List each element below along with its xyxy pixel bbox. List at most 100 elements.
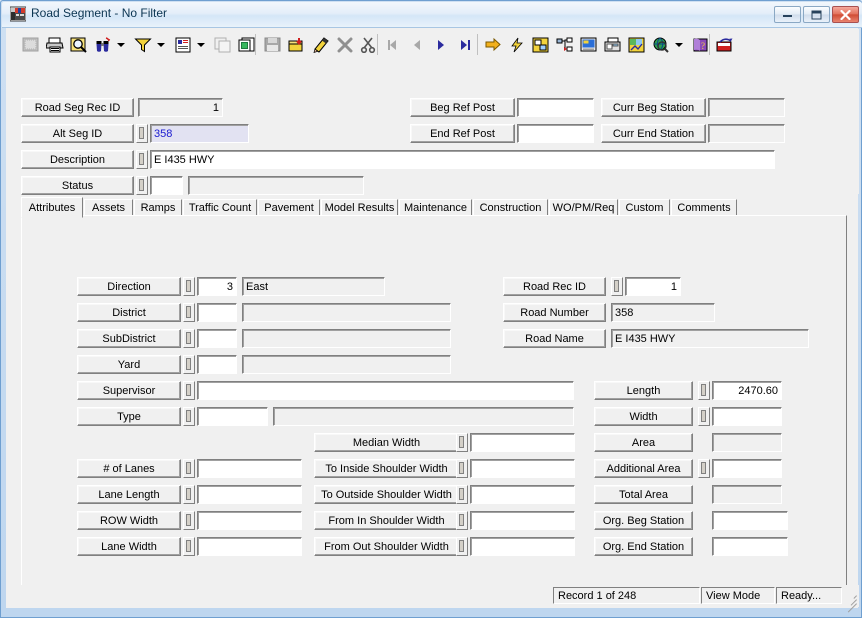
spinner-lane-length[interactable] bbox=[183, 485, 195, 504]
tab-ramps[interactable]: Ramps bbox=[134, 199, 182, 216]
print-icon[interactable] bbox=[43, 33, 66, 56]
tab-custom[interactable]: Custom bbox=[619, 199, 670, 216]
spinner-supervisor[interactable] bbox=[183, 381, 195, 400]
exit-door-icon[interactable] bbox=[713, 33, 736, 56]
globe-search-icon[interactable] bbox=[649, 33, 672, 56]
field-curr-end-station[interactable] bbox=[708, 124, 785, 143]
spinner-number-of-lanes[interactable] bbox=[183, 459, 195, 478]
next-record-icon[interactable] bbox=[429, 33, 452, 56]
field-to-inside-shoulder-width[interactable] bbox=[470, 459, 575, 478]
previous-record-icon[interactable] bbox=[405, 33, 428, 56]
spinner-width[interactable] bbox=[698, 407, 710, 426]
field-lane-width[interactable] bbox=[197, 537, 302, 556]
go-to-icon[interactable] bbox=[481, 33, 504, 56]
field-to-outside-shoulder-width[interactable] bbox=[470, 485, 575, 504]
find-dropdown-arrow-icon[interactable] bbox=[114, 33, 127, 56]
tab-maintenance[interactable]: Maintenance bbox=[399, 199, 472, 216]
spinner-alt-seg-id[interactable] bbox=[136, 124, 148, 143]
field-number-of-lanes[interactable] bbox=[197, 459, 302, 478]
field-road-number[interactable]: 358 bbox=[611, 303, 715, 322]
cancel-x-icon[interactable] bbox=[333, 33, 356, 56]
tab-traffic-count[interactable]: Traffic Count bbox=[183, 199, 257, 216]
field-type-code[interactable] bbox=[197, 407, 268, 426]
spinner-to-inside-shoulder-width[interactable] bbox=[456, 459, 468, 478]
spinner-direction[interactable] bbox=[183, 277, 195, 296]
fax-machine-icon[interactable] bbox=[601, 33, 624, 56]
field-end-ref-post[interactable] bbox=[517, 124, 594, 143]
first-record-icon[interactable] bbox=[381, 33, 404, 56]
spinner-additional-area[interactable] bbox=[698, 459, 710, 478]
spinner-road-rec-id[interactable] bbox=[611, 277, 623, 296]
field-direction-code[interactable]: 3 bbox=[197, 277, 237, 296]
tab-pavement[interactable]: Pavement bbox=[258, 199, 320, 216]
maximize-button[interactable] bbox=[803, 6, 830, 23]
spinner-type[interactable] bbox=[183, 407, 195, 426]
spinner-to-outside-shoulder-width[interactable] bbox=[456, 485, 468, 504]
field-district-code[interactable] bbox=[197, 303, 237, 322]
map-chart-icon[interactable] bbox=[625, 33, 648, 56]
minimize-button[interactable] bbox=[774, 6, 801, 23]
tab-construction[interactable]: Construction bbox=[473, 199, 548, 216]
field-from-in-shoulder-width[interactable] bbox=[470, 511, 575, 530]
title-bar[interactable]: Road Segment - No Filter bbox=[2, 2, 862, 28]
field-width[interactable] bbox=[712, 407, 782, 426]
field-lane-length[interactable] bbox=[197, 485, 302, 504]
filter-dropdown-arrow-icon[interactable] bbox=[154, 33, 167, 56]
spinner-status[interactable] bbox=[136, 176, 148, 195]
tab-comments[interactable]: Comments bbox=[671, 199, 737, 216]
find-binoculars-icon[interactable] bbox=[91, 33, 114, 56]
field-yard-description[interactable] bbox=[242, 355, 451, 374]
field-road-rec-id[interactable]: 1 bbox=[625, 277, 681, 296]
field-status-description[interactable] bbox=[188, 176, 364, 195]
spinner-row-width[interactable] bbox=[183, 511, 195, 530]
lightning-action-icon[interactable] bbox=[505, 33, 528, 56]
edit-pencil-icon[interactable] bbox=[309, 33, 332, 56]
field-from-out-shoulder-width[interactable] bbox=[470, 537, 575, 556]
hierarchy-tree-icon[interactable] bbox=[553, 33, 576, 56]
field-additional-area[interactable] bbox=[712, 459, 782, 478]
tab-assets[interactable]: Assets bbox=[84, 199, 133, 216]
report-icon[interactable] bbox=[171, 33, 194, 56]
spinner-district[interactable] bbox=[183, 303, 195, 322]
copy-record-icon[interactable] bbox=[211, 33, 234, 56]
spinner-description[interactable] bbox=[136, 150, 148, 169]
spinner-yard[interactable] bbox=[183, 355, 195, 374]
field-beg-ref-post[interactable] bbox=[517, 98, 594, 117]
save-icon[interactable] bbox=[261, 33, 284, 56]
print-preview-grid-icon[interactable] bbox=[19, 33, 42, 56]
filter-funnel-icon[interactable] bbox=[131, 33, 154, 56]
close-button[interactable] bbox=[832, 6, 859, 23]
field-subdistrict-description[interactable] bbox=[242, 329, 451, 348]
field-status-code[interactable] bbox=[150, 176, 183, 195]
field-description[interactable]: E I435 HWY bbox=[150, 150, 775, 169]
spinner-from-in-shoulder-width[interactable] bbox=[456, 511, 468, 530]
field-total-area[interactable] bbox=[712, 485, 782, 504]
globe-dropdown-arrow-icon[interactable] bbox=[672, 33, 685, 56]
spinner-subdistrict[interactable] bbox=[183, 329, 195, 348]
field-type-description[interactable] bbox=[273, 407, 574, 426]
tab-attributes[interactable]: Attributes bbox=[21, 197, 83, 218]
search-magnifier-icon[interactable] bbox=[67, 33, 90, 56]
spinner-length[interactable] bbox=[698, 381, 710, 400]
spinner-lane-width[interactable] bbox=[183, 537, 195, 556]
report-dropdown-arrow-icon[interactable] bbox=[194, 33, 207, 56]
field-supervisor[interactable] bbox=[197, 381, 574, 400]
field-road-seg-rec-id[interactable]: 1 bbox=[138, 98, 223, 117]
field-yard-code[interactable] bbox=[197, 355, 237, 374]
field-road-name[interactable]: E I435 HWY bbox=[611, 329, 809, 348]
last-record-icon[interactable] bbox=[453, 33, 476, 56]
field-alt-seg-id[interactable]: 358 bbox=[150, 124, 249, 143]
tab-model-results[interactable]: Model Results bbox=[321, 199, 398, 216]
layout-designer-icon[interactable] bbox=[529, 33, 552, 56]
monitor-screen-icon[interactable] bbox=[577, 33, 600, 56]
add-record-icon[interactable] bbox=[285, 33, 308, 56]
field-org-beg-station[interactable] bbox=[712, 511, 788, 530]
field-direction-description[interactable]: East bbox=[242, 277, 385, 296]
field-row-width[interactable] bbox=[197, 511, 302, 530]
field-median-width[interactable] bbox=[470, 433, 575, 452]
field-length[interactable]: 2470.60 bbox=[712, 381, 782, 400]
field-org-end-station[interactable] bbox=[712, 537, 788, 556]
field-subdistrict-code[interactable] bbox=[197, 329, 237, 348]
resize-grip[interactable] bbox=[843, 591, 857, 613]
field-area[interactable] bbox=[712, 433, 782, 452]
